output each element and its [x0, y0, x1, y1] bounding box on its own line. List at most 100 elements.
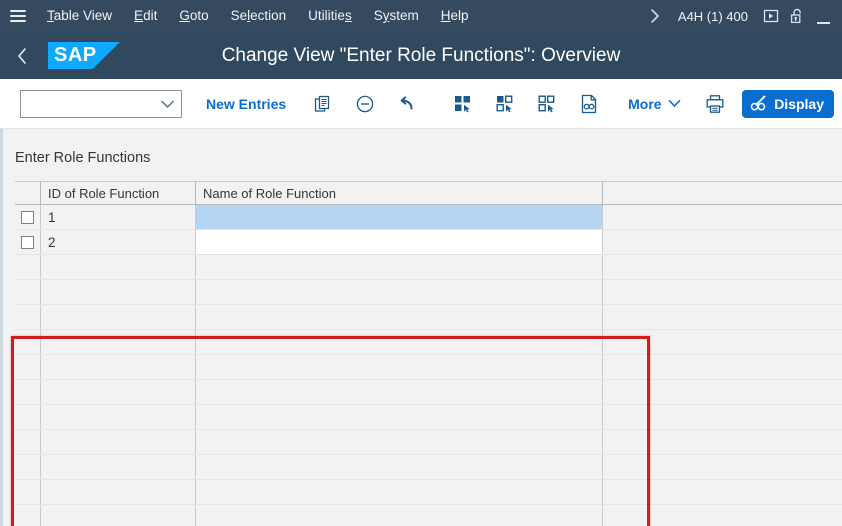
cell-filler	[603, 305, 842, 329]
display-change-icon	[750, 95, 766, 110]
display-button[interactable]: Display	[742, 89, 834, 118]
command-field-icon[interactable]	[758, 0, 784, 32]
table-row[interactable]	[15, 455, 842, 480]
row-select-cell[interactable]	[15, 255, 41, 279]
row-select-cell[interactable]	[15, 305, 41, 329]
cell-name-of-role-function[interactable]	[196, 280, 603, 304]
cell-name-of-role-function[interactable]	[196, 330, 603, 354]
name-of-role-function-input[interactable]	[196, 205, 602, 229]
row-select-cell[interactable]	[15, 330, 41, 354]
cell-id-of-role-function[interactable]	[41, 480, 196, 504]
table-row[interactable]	[15, 355, 842, 380]
table-row[interactable]	[15, 405, 842, 430]
column-header-filler	[603, 182, 842, 204]
cell-id-of-role-function[interactable]: 2	[41, 230, 196, 254]
cell-filler	[603, 380, 842, 404]
row-checkbox[interactable]	[21, 235, 34, 249]
menu-item-table-view[interactable]: Table View	[36, 0, 123, 32]
row-select-cell[interactable]	[15, 505, 41, 526]
cell-name-of-role-function[interactable]	[196, 405, 603, 429]
cell-id-of-role-function[interactable]	[41, 455, 196, 479]
cell-name-of-role-function[interactable]	[196, 305, 603, 329]
display-button-label: Display	[774, 95, 824, 112]
column-header-name[interactable]: Name of Role Function	[196, 182, 603, 204]
menu-item-utilities[interactable]: Utilities	[297, 0, 363, 32]
row-select-cell[interactable]	[15, 355, 41, 379]
row-select-cell[interactable]	[15, 380, 41, 404]
table-row[interactable]	[15, 280, 842, 305]
cell-filler	[603, 405, 842, 429]
back-button[interactable]	[0, 32, 44, 79]
table-row[interactable]	[15, 305, 842, 330]
row-select-cell[interactable]	[15, 205, 41, 229]
cell-filler	[603, 455, 842, 479]
variant-select[interactable]	[20, 89, 182, 118]
cell-filler	[603, 430, 842, 454]
sap-gui-window: Table View Edit Goto Selection Utilities…	[0, 0, 842, 526]
cell-id-of-role-function[interactable]	[41, 280, 196, 304]
cell-filler	[603, 480, 842, 504]
cell-name-of-role-function[interactable]	[196, 455, 603, 479]
table-row[interactable]: 1	[15, 205, 842, 230]
row-select-cell[interactable]	[15, 230, 41, 254]
cell-name-of-role-function[interactable]	[196, 255, 603, 279]
table-row[interactable]	[15, 430, 842, 455]
menu-item-system[interactable]: System	[363, 0, 430, 32]
cell-id-of-role-function[interactable]	[41, 330, 196, 354]
cell-filler	[603, 205, 842, 229]
table-header-row: ID of Role Function Name of Role Functio…	[15, 181, 842, 205]
column-header-id[interactable]: ID of Role Function	[41, 182, 196, 204]
row-select-cell[interactable]	[15, 405, 41, 429]
cell-id-of-role-function[interactable]	[41, 355, 196, 379]
cell-filler	[603, 255, 842, 279]
cell-name-of-role-function[interactable]	[196, 355, 603, 379]
new-entries-button[interactable]: New Entries	[194, 88, 298, 120]
cell-name-of-role-function[interactable]	[196, 505, 603, 526]
select-all-icon[interactable]	[446, 87, 480, 121]
content-area: Enter Role Functions ID of Role Function…	[0, 129, 842, 526]
lock-open-icon[interactable]	[784, 0, 810, 32]
cell-id-of-role-function[interactable]	[41, 405, 196, 429]
table-row[interactable]	[15, 255, 842, 280]
delete-icon[interactable]	[348, 87, 382, 121]
row-select-cell[interactable]	[15, 455, 41, 479]
table-row[interactable]: 2	[15, 230, 842, 255]
cell-id-of-role-function[interactable]	[41, 255, 196, 279]
name-of-role-function-input[interactable]	[196, 230, 602, 254]
column-header-select[interactable]	[15, 182, 41, 204]
cell-id-of-role-function[interactable]	[41, 430, 196, 454]
menu-item-edit[interactable]: Edit	[123, 0, 168, 32]
menu-item-selection[interactable]: Selection	[220, 0, 298, 32]
print-icon[interactable]	[698, 87, 732, 121]
table-row[interactable]	[15, 330, 842, 355]
row-select-cell[interactable]	[15, 280, 41, 304]
cell-id-of-role-function[interactable]	[41, 505, 196, 526]
section-title: Enter Role Functions	[15, 150, 151, 166]
document-search-icon[interactable]	[572, 87, 606, 121]
select-block-icon[interactable]	[488, 87, 522, 121]
cell-id-of-role-function[interactable]	[41, 380, 196, 404]
row-checkbox[interactable]	[21, 210, 34, 224]
menu-item-help[interactable]: Help	[430, 0, 480, 32]
cell-name-of-role-function[interactable]	[196, 430, 603, 454]
copy-icon[interactable]	[306, 87, 340, 121]
cell-id-of-role-function[interactable]: 1	[41, 205, 196, 229]
chevron-right-icon[interactable]	[644, 0, 668, 32]
cell-name-of-role-function[interactable]	[196, 205, 603, 229]
row-select-cell[interactable]	[15, 430, 41, 454]
cell-name-of-role-function[interactable]	[196, 380, 603, 404]
chevron-down-icon	[161, 100, 174, 108]
cell-name-of-role-function[interactable]	[196, 480, 603, 504]
row-select-cell[interactable]	[15, 480, 41, 504]
table-row[interactable]	[15, 505, 842, 526]
table-row[interactable]	[15, 380, 842, 405]
cell-id-of-role-function[interactable]	[41, 305, 196, 329]
cell-name-of-role-function[interactable]	[196, 230, 603, 254]
minimize-icon[interactable]	[810, 0, 836, 32]
menu-item-goto[interactable]: Goto	[168, 0, 219, 32]
deselect-all-icon[interactable]	[530, 87, 564, 121]
undo-icon[interactable]	[390, 87, 424, 121]
table-row[interactable]	[15, 480, 842, 505]
hamburger-menu-icon[interactable]	[0, 0, 36, 32]
more-menu-button[interactable]: More	[622, 88, 686, 120]
